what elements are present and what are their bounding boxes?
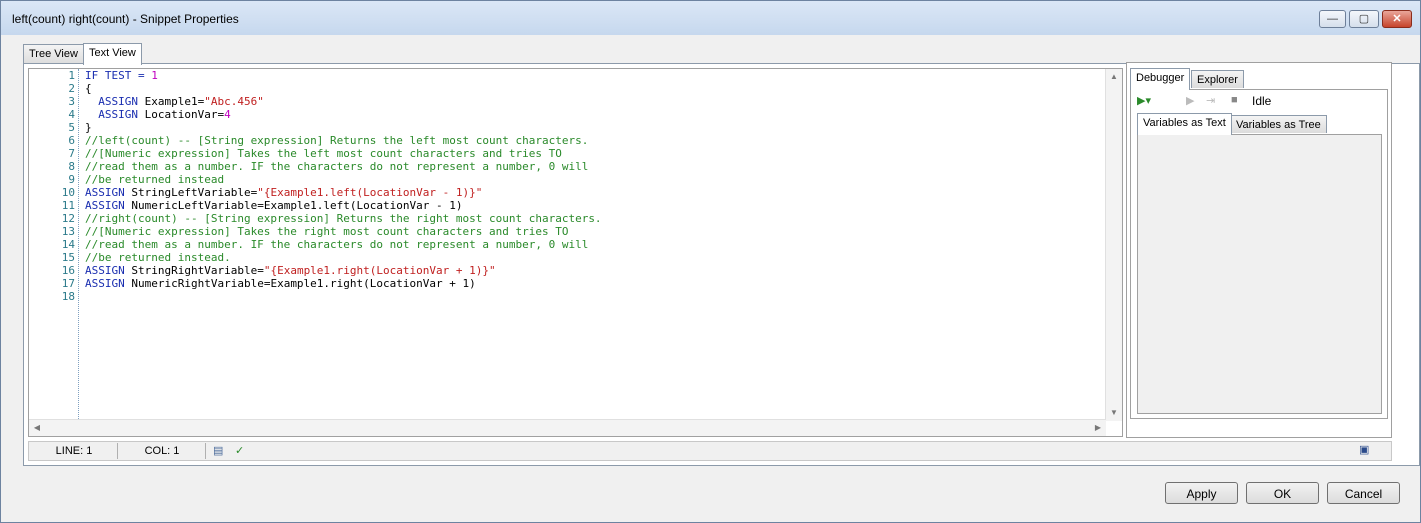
layout-icon[interactable]: ▣ xyxy=(1359,443,1369,456)
code-line[interactable]: ASSIGN Example1="Abc.456"​ xyxy=(85,95,602,108)
line-number: 14 xyxy=(61,238,75,251)
apply-button[interactable]: Apply xyxy=(1165,482,1238,504)
scroll-down-icon[interactable]: ▼ xyxy=(1106,405,1122,421)
code-line[interactable]: }​ xyxy=(85,121,602,134)
line-number-gutter: 1 2 3 4 5 6 7 8 9 10 11 12 13 14 15 16 1… xyxy=(29,69,79,421)
code-text[interactable]: IF TEST = 1​{​ ASSIGN Example1="Abc.456"… xyxy=(85,69,602,303)
line-number: 5 xyxy=(68,121,75,134)
window-title: left(count) right(count) - Snippet Prope… xyxy=(12,12,239,26)
run-debug-icon[interactable]: ▶▾ xyxy=(1137,94,1151,107)
tab-text-view[interactable]: Text View xyxy=(83,43,142,65)
line-number: 4 xyxy=(68,108,75,121)
code-editor[interactable]: 1 2 3 4 5 6 7 8 9 10 11 12 13 14 15 16 1… xyxy=(28,68,1123,437)
line-number: 1 xyxy=(68,69,75,82)
code-line[interactable]: ASSIGN StringLeftVariable="{Example1.lef… xyxy=(85,186,602,199)
code-line[interactable]: //[Numeric expression] Takes the right m… xyxy=(85,225,602,238)
step-over-icon[interactable]: ⇥ xyxy=(1206,94,1215,107)
variables-text-area[interactable] xyxy=(1137,134,1382,414)
code-line[interactable]: //read them as a number. IF the characte… xyxy=(85,160,602,173)
code-line[interactable]: //[Numeric expression] Takes the left mo… xyxy=(85,147,602,160)
scroll-up-icon[interactable]: ▲ xyxy=(1106,69,1122,85)
debugger-content: ▶▾ ▶ ⇥ ■ Idle Variables as Text Variable… xyxy=(1130,89,1388,419)
line-number: 3 xyxy=(68,95,75,108)
document-icon[interactable]: ▤ xyxy=(213,444,223,457)
minimize-button[interactable]: — xyxy=(1319,10,1346,28)
code-line[interactable]: //be returned instead.​ xyxy=(85,251,602,264)
debugger-state: Idle xyxy=(1252,94,1272,108)
tab-variables-as-text[interactable]: Variables as Text xyxy=(1137,113,1232,135)
code-line[interactable]: IF TEST = 1​ xyxy=(85,69,602,82)
stop-icon[interactable]: ■ xyxy=(1231,94,1238,106)
vertical-scrollbar[interactable]: ▲ ▼ xyxy=(1105,69,1122,421)
status-line: LINE: 1 xyxy=(31,443,118,459)
code-line[interactable]: {​ xyxy=(85,82,602,95)
line-number: 2 xyxy=(68,82,75,95)
debugger-panel: Debugger Explorer ▶▾ ▶ ⇥ ■ Idle Variable… xyxy=(1126,62,1392,438)
code-line[interactable]: //left(count) -- [String expression] Ret… xyxy=(85,134,602,147)
code-line[interactable]: ASSIGN NumericLeftVariable=Example1.left… xyxy=(85,199,602,212)
scroll-right-icon[interactable]: ▶ xyxy=(1090,420,1106,436)
code-line[interactable]: ASSIGN StringRightVariable="{Example1.ri… xyxy=(85,264,602,277)
code-line[interactable]: //read them as a number. IF the characte… xyxy=(85,238,602,251)
horizontal-scrollbar[interactable]: ◀ ▶ xyxy=(29,419,1106,436)
line-number: 9 xyxy=(68,173,75,186)
tab-debugger[interactable]: Debugger xyxy=(1130,68,1191,90)
validate-icon[interactable]: ✓ xyxy=(235,444,244,457)
line-number: 8 xyxy=(68,160,75,173)
line-number: 12 xyxy=(61,212,75,225)
title-bar[interactable]: left(count) right(count) - Snippet Prope… xyxy=(1,1,1420,35)
ok-button[interactable]: OK xyxy=(1246,482,1319,504)
maximize-button[interactable]: ▢ xyxy=(1349,10,1379,28)
line-number: 17 xyxy=(61,277,75,290)
line-number: 6 xyxy=(68,134,75,147)
line-number: 11 xyxy=(61,199,75,212)
line-number: 18 xyxy=(61,290,75,303)
code-line[interactable]: ​ xyxy=(85,290,602,303)
status-bar: LINE: 1 COL: 1 ▤ ✓ ▣ xyxy=(28,441,1392,461)
tab-variables-as-tree[interactable]: Variables as Tree xyxy=(1230,115,1327,133)
code-line[interactable]: ASSIGN LocationVar=4​ xyxy=(85,108,602,121)
code-line[interactable]: //be returned instead​ xyxy=(85,173,602,186)
status-col: COL: 1 xyxy=(119,443,206,459)
close-button[interactable]: ✕ xyxy=(1382,10,1412,28)
line-number: 7 xyxy=(68,147,75,160)
scroll-left-icon[interactable]: ◀ xyxy=(29,420,45,436)
code-line[interactable]: //right(count) -- [String expression] Re… xyxy=(85,212,602,225)
snippet-properties-window: left(count) right(count) - Snippet Prope… xyxy=(0,0,1421,523)
step-icon[interactable]: ▶ xyxy=(1186,94,1194,107)
tab-explorer[interactable]: Explorer xyxy=(1191,70,1244,88)
code-line[interactable]: ASSIGN NumericRightVariable=Example1.rig… xyxy=(85,277,602,290)
tab-tree-view[interactable]: Tree View xyxy=(23,44,84,64)
line-number: 10 xyxy=(61,186,75,199)
line-number: 16 xyxy=(61,264,75,277)
cancel-button[interactable]: Cancel xyxy=(1327,482,1400,504)
line-number: 15 xyxy=(61,251,75,264)
line-number: 13 xyxy=(61,225,75,238)
